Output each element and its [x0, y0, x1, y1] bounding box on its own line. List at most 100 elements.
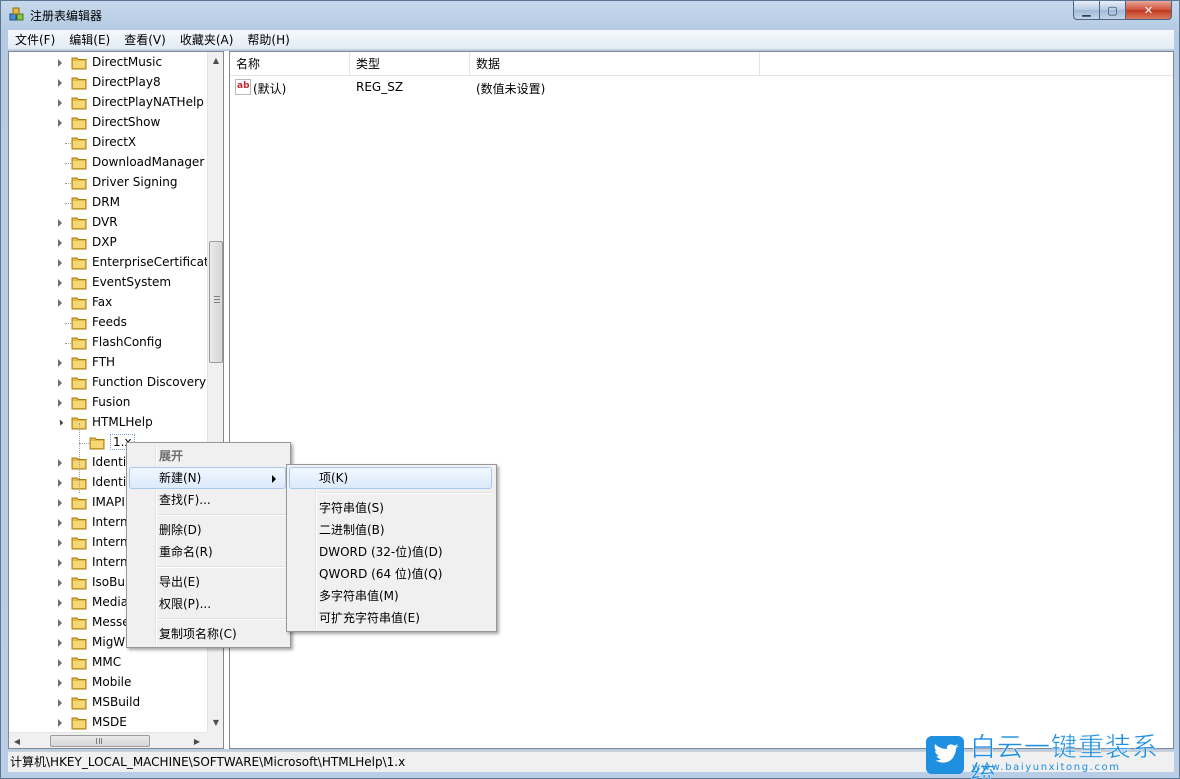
tree-item[interactable]: Fusion	[9, 393, 207, 413]
expand-arrow-icon[interactable]	[58, 719, 62, 727]
tree-item[interactable]: DVR	[9, 213, 207, 233]
expand-arrow-icon[interactable]	[58, 459, 62, 467]
tree-item[interactable]: HTMLHelp	[9, 413, 207, 433]
tree-item[interactable]: DirectMusic	[9, 53, 207, 73]
folder-icon	[71, 136, 87, 150]
folder-icon	[89, 436, 105, 450]
expand-arrow-icon[interactable]	[58, 679, 62, 687]
tree-item[interactable]: DirectX	[9, 133, 207, 153]
tree-item[interactable]: Feeds	[9, 313, 207, 333]
expand-arrow-icon[interactable]	[58, 59, 62, 67]
horizontal-scroll-thumb[interactable]	[50, 735, 150, 747]
tree-item[interactable]: Driver Signing	[9, 173, 207, 193]
submenu-item[interactable]: 二进制值(B)	[289, 519, 492, 541]
title-bar[interactable]: 注册表编辑器 ▁ ▢ ✕	[1, 1, 1179, 29]
expand-arrow-icon[interactable]	[58, 219, 62, 227]
tree-item[interactable]: DirectPlayNATHelp	[9, 93, 207, 113]
expand-arrow-icon[interactable]	[58, 499, 62, 507]
expand-arrow-icon[interactable]	[58, 259, 62, 267]
collapse-arrow-icon[interactable]	[56, 419, 64, 426]
close-button[interactable]: ✕	[1126, 1, 1172, 20]
tree-item[interactable]: MSDE	[9, 713, 207, 733]
menu-help[interactable]: 帮助(H)	[240, 30, 296, 50]
context-menu-item[interactable]: 展开	[129, 445, 286, 467]
tree-item-label: Identi	[92, 455, 127, 469]
submenu-item[interactable]: 项(K)	[289, 467, 492, 489]
submenu-item[interactable]: 多字符串值(M)	[289, 585, 492, 607]
tree-item[interactable]: FlashConfig	[9, 333, 207, 353]
tree-horizontal-scrollbar[interactable]: ◀ ▶	[9, 732, 207, 748]
expand-arrow-icon[interactable]	[58, 79, 62, 87]
context-menu-item[interactable]: 查找(F)...	[129, 489, 286, 511]
tree-item[interactable]: Function Discovery	[9, 373, 207, 393]
menu-view[interactable]: 查看(V)	[117, 30, 173, 50]
tree-item-label: HTMLHelp	[92, 415, 153, 429]
submenu-item[interactable]: 可扩充字符串值(E)	[289, 607, 492, 629]
menu-separator	[317, 492, 492, 494]
expand-arrow-icon[interactable]	[58, 539, 62, 547]
menu-edit[interactable]: 编辑(E)	[62, 30, 117, 50]
tree-item[interactable]: MSBuild	[9, 693, 207, 713]
tree-item-label: DirectX	[92, 135, 137, 149]
context-menu-item-label: 删除(D)	[159, 523, 202, 537]
expand-arrow-icon[interactable]	[58, 119, 62, 127]
scroll-grip-icon	[214, 296, 220, 303]
menu-separator	[157, 618, 286, 620]
scroll-right-arrow-icon[interactable]: ▶	[189, 733, 205, 748]
tree-item[interactable]: Mobile	[9, 673, 207, 693]
scroll-down-arrow-icon[interactable]: ▼	[208, 714, 223, 731]
tree-item[interactable]: DownloadManager	[9, 153, 207, 173]
folder-icon	[71, 656, 87, 670]
tree-item[interactable]: EventSystem	[9, 273, 207, 293]
context-menu-item[interactable]: 新建(N)	[129, 467, 286, 489]
submenu-item[interactable]: DWORD (32-位)值(D)	[289, 541, 492, 563]
expand-arrow-icon[interactable]	[58, 239, 62, 247]
context-menu-item[interactable]: 重命名(R)	[129, 541, 286, 563]
tree-item-label: DVR	[92, 215, 118, 229]
tree-item-label: FTH	[92, 355, 116, 369]
tree-item[interactable]: FTH	[9, 353, 207, 373]
maximize-button[interactable]: ▢	[1100, 1, 1126, 20]
column-header-data[interactable]: 数据	[470, 52, 760, 76]
column-header-name[interactable]: 名称	[230, 52, 350, 76]
tree-connector	[79, 443, 89, 444]
vertical-scroll-thumb[interactable]	[209, 241, 223, 363]
tree-item-label: MigW	[92, 635, 126, 649]
expand-arrow-icon[interactable]	[58, 579, 62, 587]
minimize-button[interactable]: ▁	[1073, 1, 1100, 20]
tree-item[interactable]: DXP	[9, 233, 207, 253]
expand-arrow-icon[interactable]	[58, 399, 62, 407]
expand-arrow-icon[interactable]	[58, 639, 62, 647]
submenu-item[interactable]: 字符串值(S)	[289, 497, 492, 519]
menu-file[interactable]: 文件(F)	[8, 30, 62, 50]
expand-arrow-icon[interactable]	[58, 659, 62, 667]
tree-item[interactable]: MMC	[9, 653, 207, 673]
context-menu-item[interactable]: 权限(P)...	[129, 593, 286, 615]
menu-separator	[157, 514, 286, 516]
expand-arrow-icon[interactable]	[58, 699, 62, 707]
tree-item[interactable]: DRM	[9, 193, 207, 213]
expand-arrow-icon[interactable]	[58, 379, 62, 387]
context-menu-item[interactable]: 导出(E)	[129, 571, 286, 593]
value-row[interactable]: ab (默认) REG_SZ (数值未设置)	[230, 78, 1173, 98]
expand-arrow-icon[interactable]	[58, 299, 62, 307]
expand-arrow-icon[interactable]	[58, 519, 62, 527]
expand-arrow-icon[interactable]	[58, 599, 62, 607]
context-menu-item[interactable]: 删除(D)	[129, 519, 286, 541]
expand-arrow-icon[interactable]	[58, 619, 62, 627]
tree-item[interactable]: DirectShow	[9, 113, 207, 133]
expand-arrow-icon[interactable]	[58, 279, 62, 287]
expand-arrow-icon[interactable]	[58, 479, 62, 487]
expand-arrow-icon[interactable]	[58, 99, 62, 107]
context-menu-item[interactable]: 复制项名称(C)	[129, 623, 286, 645]
expand-arrow-icon[interactable]	[58, 359, 62, 367]
tree-item[interactable]: DirectPlay8	[9, 73, 207, 93]
tree-item[interactable]: EnterpriseCertificate	[9, 253, 207, 273]
scroll-up-arrow-icon[interactable]: ▲	[208, 52, 223, 69]
submenu-item[interactable]: QWORD (64 位)值(Q)	[289, 563, 492, 585]
tree-item[interactable]: Fax	[9, 293, 207, 313]
scroll-left-arrow-icon[interactable]: ◀	[9, 733, 25, 748]
column-header-type[interactable]: 类型	[350, 52, 470, 76]
expand-arrow-icon[interactable]	[58, 559, 62, 567]
menu-favorites[interactable]: 收藏夹(A)	[173, 30, 241, 50]
